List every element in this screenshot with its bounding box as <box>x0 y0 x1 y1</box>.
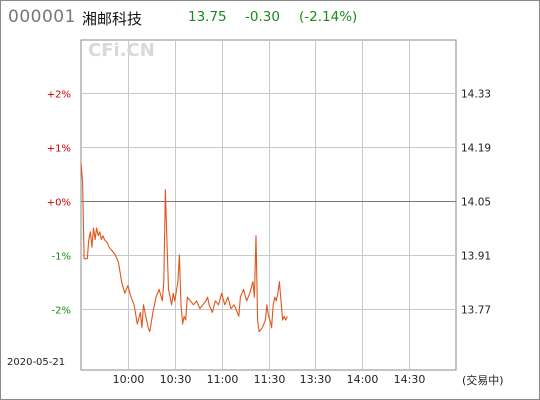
x-tick-label: 14:30 <box>394 373 426 386</box>
x-tick-label: 11:00 <box>207 373 239 386</box>
trading-status: (交易中) <box>462 374 504 387</box>
right-price-label: 14.05 <box>461 197 491 209</box>
trade-date: 2020-05-21 <box>7 357 66 368</box>
x-tick-label: 13:30 <box>300 373 332 386</box>
left-percent-label: -1% <box>52 252 71 263</box>
right-price-label: 14.33 <box>461 89 491 101</box>
left-percent-label: +2% <box>47 90 71 101</box>
right-price-label: 13.77 <box>461 305 491 317</box>
price-series <box>80 162 288 333</box>
left-percent-label: +1% <box>47 144 71 155</box>
axis-labels: 10:00 10:30 11:00 11:30 13:30 14:00 14:30 +2% 14… <box>47 89 491 387</box>
intraday-chart: CFi.CN 10:00 10:30 11:00 11:30 13:30 14:00 14:… <box>47 39 491 387</box>
right-price-label: 13.91 <box>461 251 491 263</box>
x-tick-label: 10:30 <box>160 373 192 386</box>
left-percent-label: +0% <box>47 198 71 209</box>
watermark-logo: CFi.CN <box>88 40 155 61</box>
x-tick-label: 10:00 <box>113 373 145 386</box>
x-tick-label: 11:30 <box>254 373 286 386</box>
left-percent-label: -2% <box>52 306 71 317</box>
price-line <box>80 162 288 333</box>
right-price-label: 14.19 <box>461 143 491 155</box>
x-tick-label: 14:00 <box>347 373 379 386</box>
